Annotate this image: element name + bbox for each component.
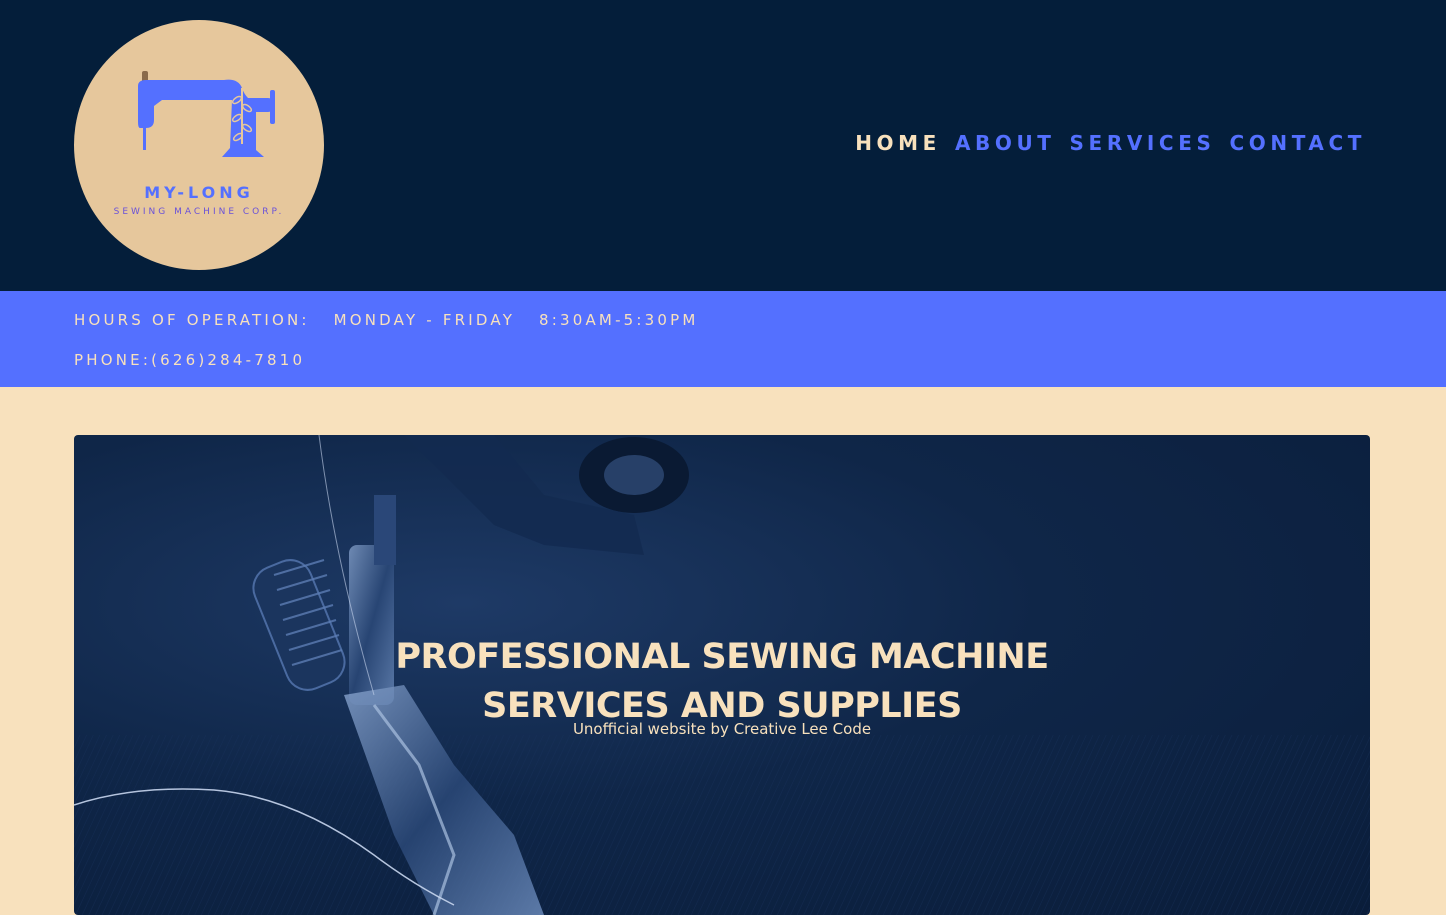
- nav-about-link[interactable]: ABOUT: [955, 131, 1056, 155]
- sewing-machine-icon: [138, 71, 275, 157]
- hero-title-line-1: PROFESSIONAL SEWING MACHINE: [395, 637, 1049, 678]
- hero-banner: PROFESSIONAL SEWING MACHINE SERVICES AND…: [74, 435, 1370, 915]
- nav-home-link[interactable]: HOME: [855, 131, 941, 155]
- nav-contact-link[interactable]: CONTACT: [1229, 131, 1366, 155]
- nav-services-link[interactable]: SERVICES: [1070, 131, 1216, 155]
- hero-title: PROFESSIONAL SEWING MACHINE SERVICES AND…: [74, 633, 1370, 731]
- phone-number: PHONE:(626)284-7810: [74, 351, 306, 369]
- hero-subtitle: Unofficial website by Creative Lee Code: [572, 720, 872, 738]
- hours-of-operation: HOURS OF OPERATION: MONDAY - FRIDAY 8:30…: [74, 311, 699, 329]
- logo-subtitle: SEWING MACHINE CORP.: [113, 207, 285, 217]
- info-bar: HOURS OF OPERATION: MONDAY - FRIDAY 8:30…: [0, 291, 1446, 387]
- site-header: MY-LONG SEWING MACHINE CORP. HOME ABOUT …: [0, 0, 1446, 291]
- main-nav: HOME ABOUT SERVICES CONTACT: [855, 131, 1366, 155]
- logo-title: MY-LONG: [144, 183, 254, 202]
- site-logo[interactable]: MY-LONG SEWING MACHINE CORP.: [74, 20, 324, 270]
